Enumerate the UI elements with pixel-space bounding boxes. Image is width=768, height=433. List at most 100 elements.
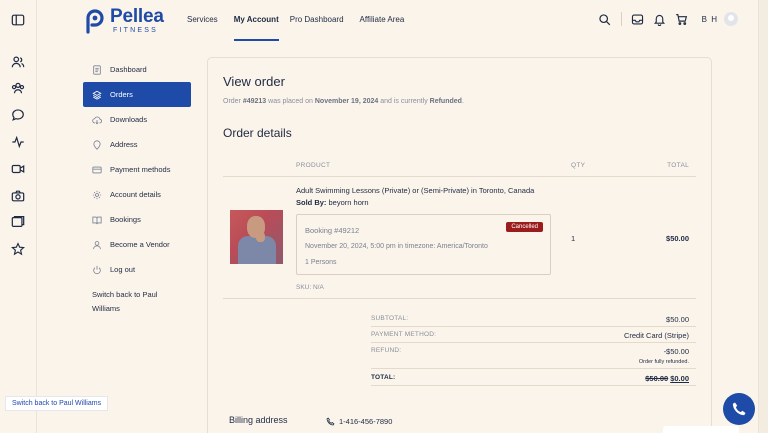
account-nav-label: Bookings: [110, 215, 141, 224]
total-new: $0.00: [670, 374, 689, 383]
video-icon[interactable]: [11, 162, 25, 176]
column-header-qty: QTY: [571, 162, 586, 169]
account-nav-label: Address: [110, 140, 138, 149]
page-title: View order: [223, 74, 285, 89]
star-icon[interactable]: [11, 242, 25, 256]
bell-icon[interactable]: [653, 13, 666, 26]
payment-icon: [92, 165, 102, 175]
account-nav-account-details[interactable]: Account details: [83, 182, 191, 207]
account-nav-orders[interactable]: Orders: [83, 82, 191, 107]
product-name[interactable]: Adult Swimming Lessons (Private) or (Sem…: [296, 186, 534, 195]
downloads-icon: [92, 115, 102, 125]
order-date: November 19, 2024: [314, 98, 379, 105]
refund-label: REFUND:: [371, 347, 402, 354]
order-summary-line: Order #49213 was placed on November 19, …: [223, 98, 464, 105]
total-label: TOTAL:: [371, 374, 396, 381]
refund-note: Order fully refunded.: [638, 359, 689, 365]
status-badge: Cancelled: [506, 222, 543, 232]
total-old: $50.00: [645, 374, 669, 383]
booking-box: Booking #49212 Cancelled November 20, 20…: [296, 214, 551, 275]
activity-icon[interactable]: [11, 135, 25, 149]
phone-icon: [732, 402, 746, 416]
totals-divider: [371, 342, 696, 343]
inbox-icon[interactable]: [631, 13, 644, 26]
account-nav-label: Dashboard: [110, 65, 147, 74]
account-nav-become-vendor[interactable]: Become a Vendor: [83, 232, 191, 257]
account-nav-downloads[interactable]: Downloads: [83, 107, 191, 132]
booking-number[interactable]: Booking #49212: [305, 226, 359, 235]
account-nav-log-out[interactable]: Log out: [83, 257, 191, 282]
order-line-pre: Order: [223, 98, 243, 105]
table-divider: [223, 176, 696, 177]
camera-icon[interactable]: [11, 189, 25, 203]
totals-divider: [371, 326, 696, 327]
item-qty: 1: [571, 234, 576, 243]
account-nav-label: Log out: [110, 265, 136, 274]
table-divider: [223, 298, 696, 299]
icon-rail: [0, 0, 37, 433]
folder-icon[interactable]: [11, 215, 25, 229]
switch-back-link[interactable]: Switch back to Paul Williams: [83, 288, 173, 316]
settings-icon: [92, 190, 102, 200]
nav-affiliate-area[interactable]: Affiliate Area: [360, 0, 405, 41]
account-nav-label: Downloads: [110, 115, 148, 124]
right-edge-strip: [758, 0, 768, 433]
billing-phone: 1-416-456-7890: [326, 417, 392, 426]
column-header-total: TOTAL: [667, 162, 689, 169]
sold-by-label: Sold By:: [296, 198, 327, 207]
switch-back-tooltip[interactable]: Switch back to Paul Williams: [5, 396, 109, 411]
order-details-heading: Order details: [223, 126, 292, 140]
sidebar-toggle-icon[interactable]: [11, 13, 25, 27]
account-nav: Dashboard Orders Downloads Address Payme…: [83, 57, 191, 316]
cart-icon[interactable]: [675, 13, 688, 26]
account-nav-address[interactable]: Address: [83, 132, 191, 157]
avatar[interactable]: [724, 12, 738, 26]
totals-divider: [371, 368, 696, 369]
order-number: #49213: [242, 98, 267, 105]
order-line-mid: was placed on: [266, 98, 315, 105]
sold-by: Sold By: beyorn horn: [296, 198, 369, 207]
account-nav-payment-methods[interactable]: Payment methods: [83, 157, 191, 182]
brand-subtitle: FITNESS: [113, 27, 158, 34]
nav-my-account[interactable]: My Account: [233, 0, 279, 41]
subtotal-label: SUBTOTAL:: [371, 315, 409, 322]
main-nav: Services My Account Pro Dashboard Affili…: [187, 0, 420, 41]
header-actions: B H: [589, 12, 738, 26]
payment-method-label: PAYMENT METHOD:: [371, 331, 437, 338]
users-icon[interactable]: [11, 55, 25, 69]
account-nav-label: Account details: [110, 190, 161, 199]
logo-icon: [86, 8, 104, 34]
nav-pro-dashboard[interactable]: Pro Dashboard: [290, 0, 344, 41]
product-image[interactable]: [230, 210, 283, 264]
order-line-mid2: and is currently: [378, 98, 430, 105]
bookings-icon: [92, 215, 102, 225]
logout-icon: [92, 265, 102, 275]
dashboard-icon: [92, 64, 102, 75]
header-divider: [620, 12, 622, 26]
booking-datetime: November 20, 2024, 5:00 pm in timezone: …: [305, 243, 488, 250]
top-header: Pellea FITNESS Services My Account Pro D…: [37, 0, 758, 41]
nav-services[interactable]: Services: [187, 0, 218, 41]
column-header-product: PRODUCT: [296, 162, 331, 169]
vendor-name[interactable]: beyorn horn: [329, 198, 369, 207]
subtotal-value: $50.00: [666, 315, 689, 324]
call-button[interactable]: [723, 393, 755, 425]
address-icon: [92, 139, 102, 150]
order-status: Refunded: [429, 98, 462, 105]
account-nav-dashboard[interactable]: Dashboard: [83, 57, 191, 82]
total-value: $50.00 $0.00: [645, 374, 689, 383]
user-initials[interactable]: B H: [702, 15, 718, 24]
community-icon[interactable]: [11, 81, 25, 95]
account-nav-label: Orders: [110, 90, 133, 99]
account-nav-bookings[interactable]: Bookings: [83, 207, 191, 232]
chat-icon[interactable]: [11, 108, 25, 122]
booking-persons: 1 Persons: [305, 259, 337, 266]
account-nav-label: Become a Vendor: [110, 240, 170, 249]
item-sku: SKU: N/A: [296, 284, 324, 291]
totals-divider: [371, 385, 696, 386]
order-line-end: .: [461, 98, 464, 105]
search-icon[interactable]: [598, 13, 611, 26]
refund-value: -$50.00: [663, 347, 689, 356]
brand-logo[interactable]: Pellea FITNESS: [84, 7, 164, 34]
billing-phone-number: 1-416-456-7890: [339, 417, 393, 426]
